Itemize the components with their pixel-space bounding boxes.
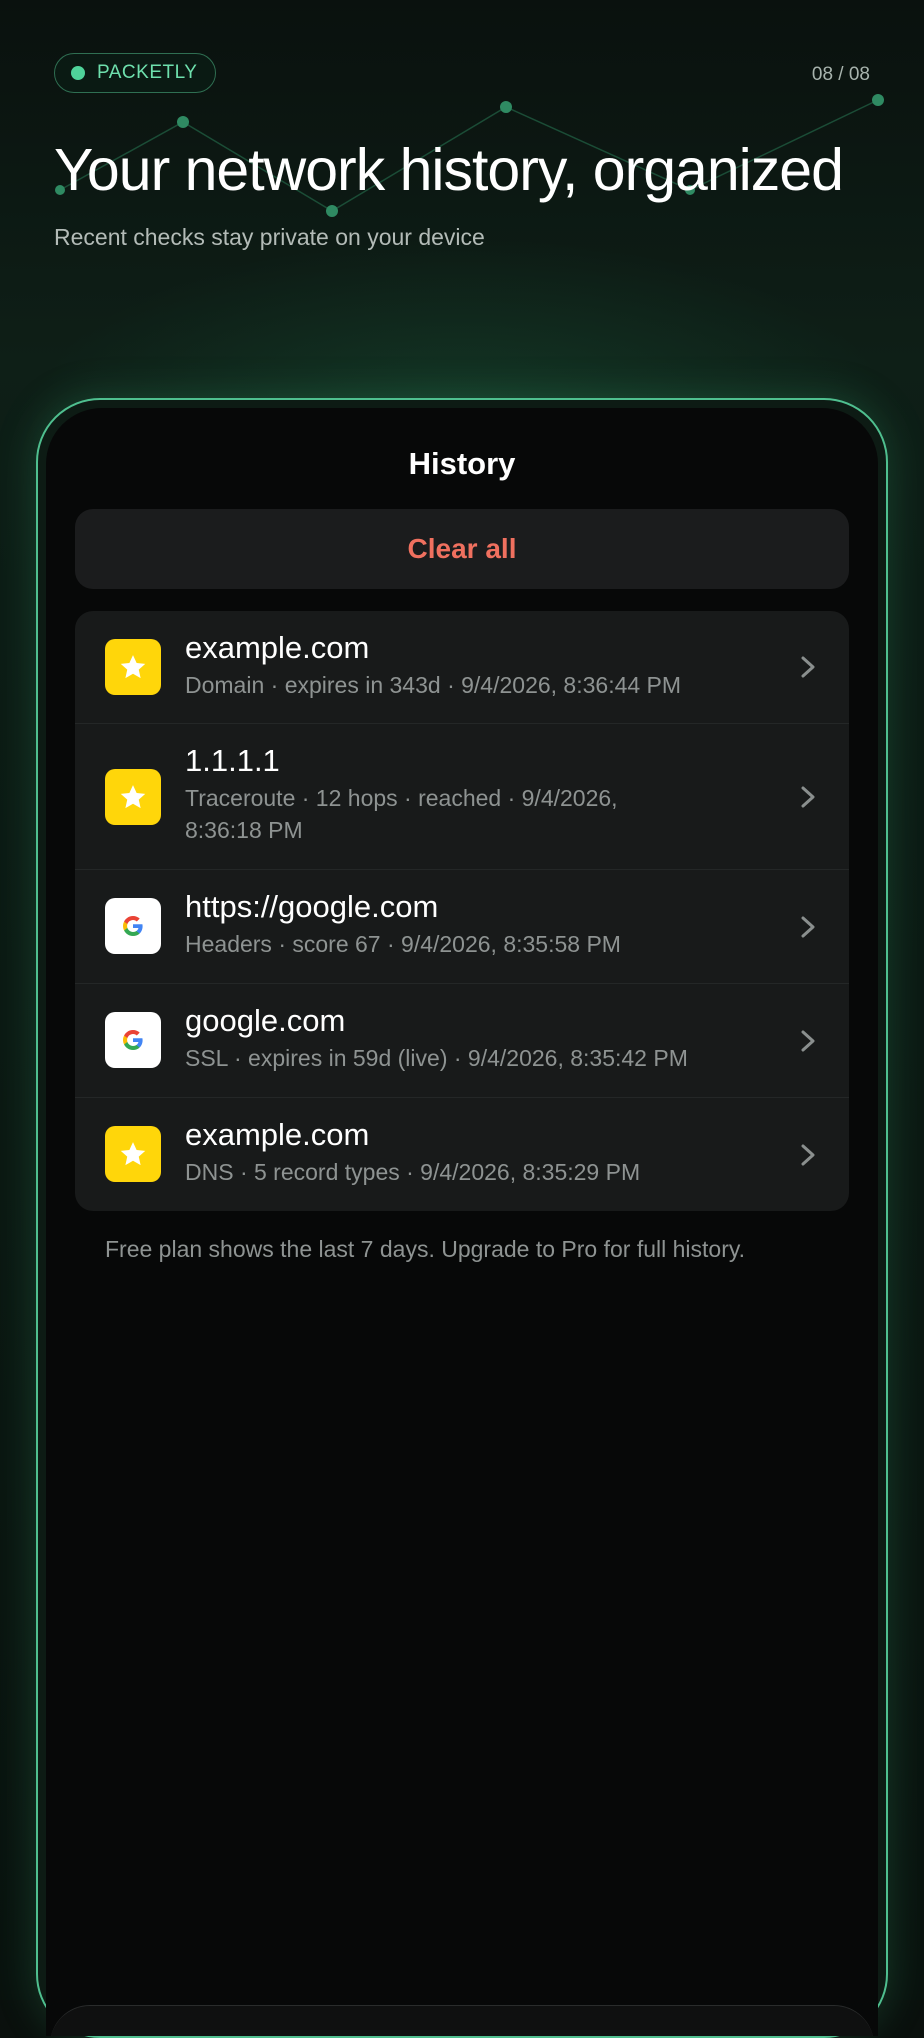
item-title: 1.1.1.1 (185, 743, 280, 778)
device-frame: History Clear all example.com Domain · e… (36, 398, 888, 2038)
chevron-right-icon (801, 786, 815, 808)
brand-name: PACKETLY (97, 62, 198, 83)
plan-footnote: Free plan shows the last 7 days. Upgrade… (105, 1236, 746, 1262)
bottom-sheet-edge (50, 2005, 874, 2036)
clear-all-button[interactable]: Clear all (75, 509, 849, 589)
brand-badge: PACKETLY (54, 53, 217, 93)
history-item[interactable]: https://google.com Headers · score 67 · … (75, 870, 849, 984)
star-icon (105, 639, 161, 695)
item-title: https://google.com (185, 889, 439, 924)
history-item[interactable]: example.com DNS · 5 record types · 9/4/2… (75, 1098, 849, 1211)
onboarding-header: PACKETLY 08 / 08 Your network history, o… (0, 0, 924, 300)
history-item[interactable]: 1.1.1.1 Traceroute · 12 hops · reached ·… (75, 724, 849, 870)
chevron-right-icon (801, 656, 815, 678)
history-screen: History Clear all example.com Domain · e… (46, 408, 878, 2036)
screen-title: History (408, 446, 516, 481)
item-title: example.com (185, 1117, 370, 1152)
page-subtitle: Recent checks stay private on your devic… (54, 224, 485, 250)
chevron-right-icon (801, 916, 815, 938)
status-dot-icon (71, 66, 85, 80)
chevron-right-icon (801, 1144, 815, 1166)
chevron-right-icon (801, 1030, 815, 1052)
page-indicator: 08 / 08 (811, 64, 870, 85)
history-item[interactable]: google.com SSL · expires in 59d (live) ·… (75, 984, 849, 1098)
star-icon (105, 769, 161, 825)
item-title: google.com (185, 1003, 346, 1038)
google-icon (105, 1012, 161, 1068)
history-item[interactable]: example.com Domain · expires in 343d · 9… (75, 611, 849, 724)
history-list: example.com Domain · expires in 343d · 9… (75, 611, 849, 1211)
page-title: Your network history, organized (54, 137, 844, 203)
star-icon (105, 1126, 161, 1182)
item-subtitle: Domain · expires in 343d · 9/4/2026, 8:3… (185, 672, 682, 698)
item-subtitle: DNS · 5 record types · 9/4/2026, 8:35:29… (185, 1159, 641, 1185)
google-icon (105, 898, 161, 954)
item-title: example.com (185, 630, 370, 665)
item-subtitle: Traceroute · 12 hops · reached · 9/4/202… (185, 785, 618, 843)
item-subtitle: Headers · score 67 · 9/4/2026, 8:35:58 P… (185, 931, 621, 957)
item-subtitle: SSL · expires in 59d (live) · 9/4/2026, … (185, 1045, 688, 1071)
